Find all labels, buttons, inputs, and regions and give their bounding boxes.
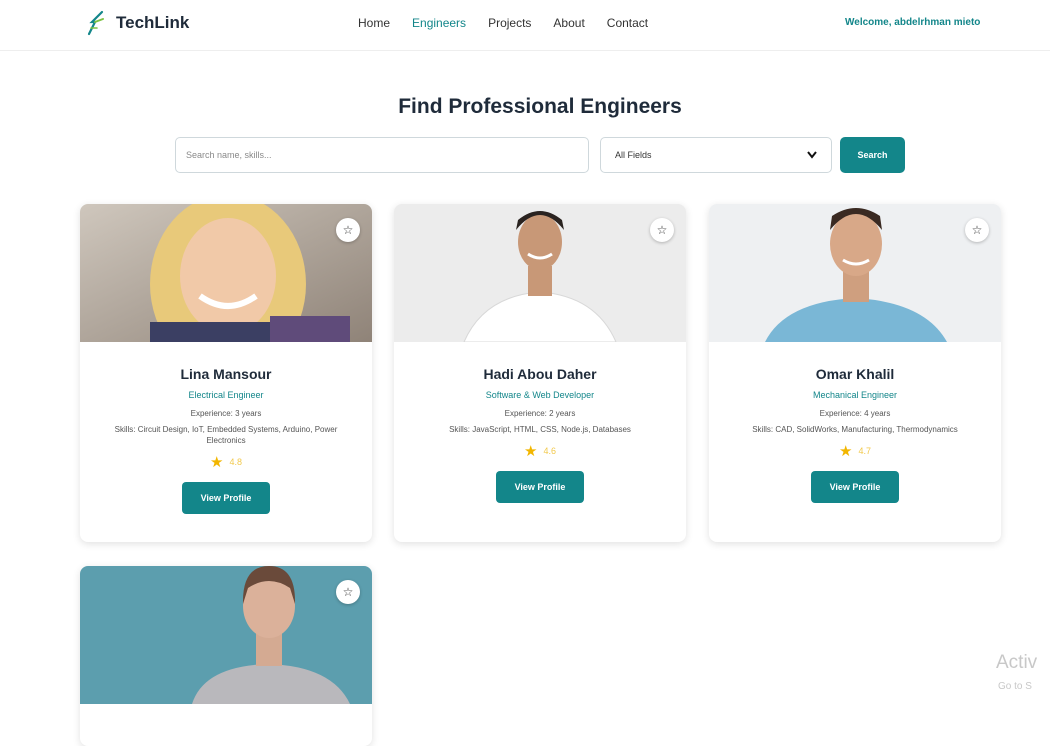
favorite-star-icon[interactable]: ☆ [965,218,989,242]
nav-engineers[interactable]: Engineers [412,16,466,30]
engineer-photo: ☆ [80,566,372,704]
logo-icon [87,10,104,36]
welcome-user[interactable]: Welcome, abdelrhman mieto [845,17,980,28]
engineer-role: Mechanical Engineer [812,390,898,400]
engineer-photo: ☆ [709,204,1001,342]
nav-about[interactable]: About [553,16,584,30]
engineer-rating: ★ 4.7 [709,442,1001,460]
windows-activation-watermark: Activ [996,652,1038,673]
engineer-role: Electrical Engineer [188,390,264,400]
engineer-skills: Skills: Circuit Design, IoT, Embedded Sy… [114,425,338,445]
engineer-card: ☆ Omar Khalil Mechanical Engineer Experi… [709,204,1001,542]
engineer-card: ☆ Hadi Abou Daher Software & Web Develop… [394,204,686,542]
engineer-name: Omar Khalil [815,366,895,382]
nav-projects[interactable]: Projects [488,16,531,30]
logo[interactable]: TechLink [86,10,189,36]
engineer-experience: Experience: 4 years [819,409,891,418]
star-icon: ★ [524,443,538,460]
rating-value: 4.8 [229,457,242,467]
view-profile-button[interactable]: View Profile [811,471,899,503]
star-icon: ★ [210,454,224,471]
favorite-star-icon[interactable]: ☆ [336,580,360,604]
rating-value: 4.6 [543,446,556,456]
engineer-skills: Skills: JavaScript, HTML, CSS, Node.js, … [449,425,631,434]
top-navbar: TechLink Home Engineers Projects About C… [0,0,1050,51]
engineer-photo: ☆ [394,204,686,342]
chevron-down-icon [807,151,817,159]
engineer-card: ☆ Lina Mansour Electrical Engineer Exper… [80,204,372,542]
engineer-experience: Experience: 2 years [504,409,576,418]
field-filter-select[interactable]: All Fields [600,137,832,173]
engineer-photo: ☆ [80,204,372,342]
engineer-card: ☆ [80,566,372,746]
logo-text: TechLink [116,13,190,32]
search-input[interactable] [175,137,589,173]
engineer-skills: Skills: CAD, SolidWorks, Manufacturing, … [752,425,958,434]
engineer-experience: Experience: 3 years [190,409,262,418]
nav-contact[interactable]: Contact [607,16,648,30]
favorite-star-icon[interactable]: ☆ [650,218,674,242]
engineer-role: Software & Web Developer [485,390,595,400]
engineer-name: Lina Mansour [180,366,272,382]
engineer-rating: ★ 4.6 [394,442,686,460]
engineer-name: Hadi Abou Daher [483,366,597,382]
engineer-rating: ★ 4.8 [80,453,372,471]
favorite-star-icon[interactable]: ☆ [336,218,360,242]
rating-value: 4.7 [858,446,871,456]
view-profile-button[interactable]: View Profile [496,471,584,503]
windows-activation-subtitle: Go to S [998,681,1032,692]
star-icon: ★ [839,443,853,460]
main-nav: Home Engineers Projects About Contact [358,16,648,30]
nav-home[interactable]: Home [358,16,390,30]
search-button[interactable]: Search [840,137,905,173]
page-title: Find Professional Engineers [398,95,682,118]
view-profile-button[interactable]: View Profile [182,482,270,514]
field-filter-value: All Fields [615,150,652,160]
